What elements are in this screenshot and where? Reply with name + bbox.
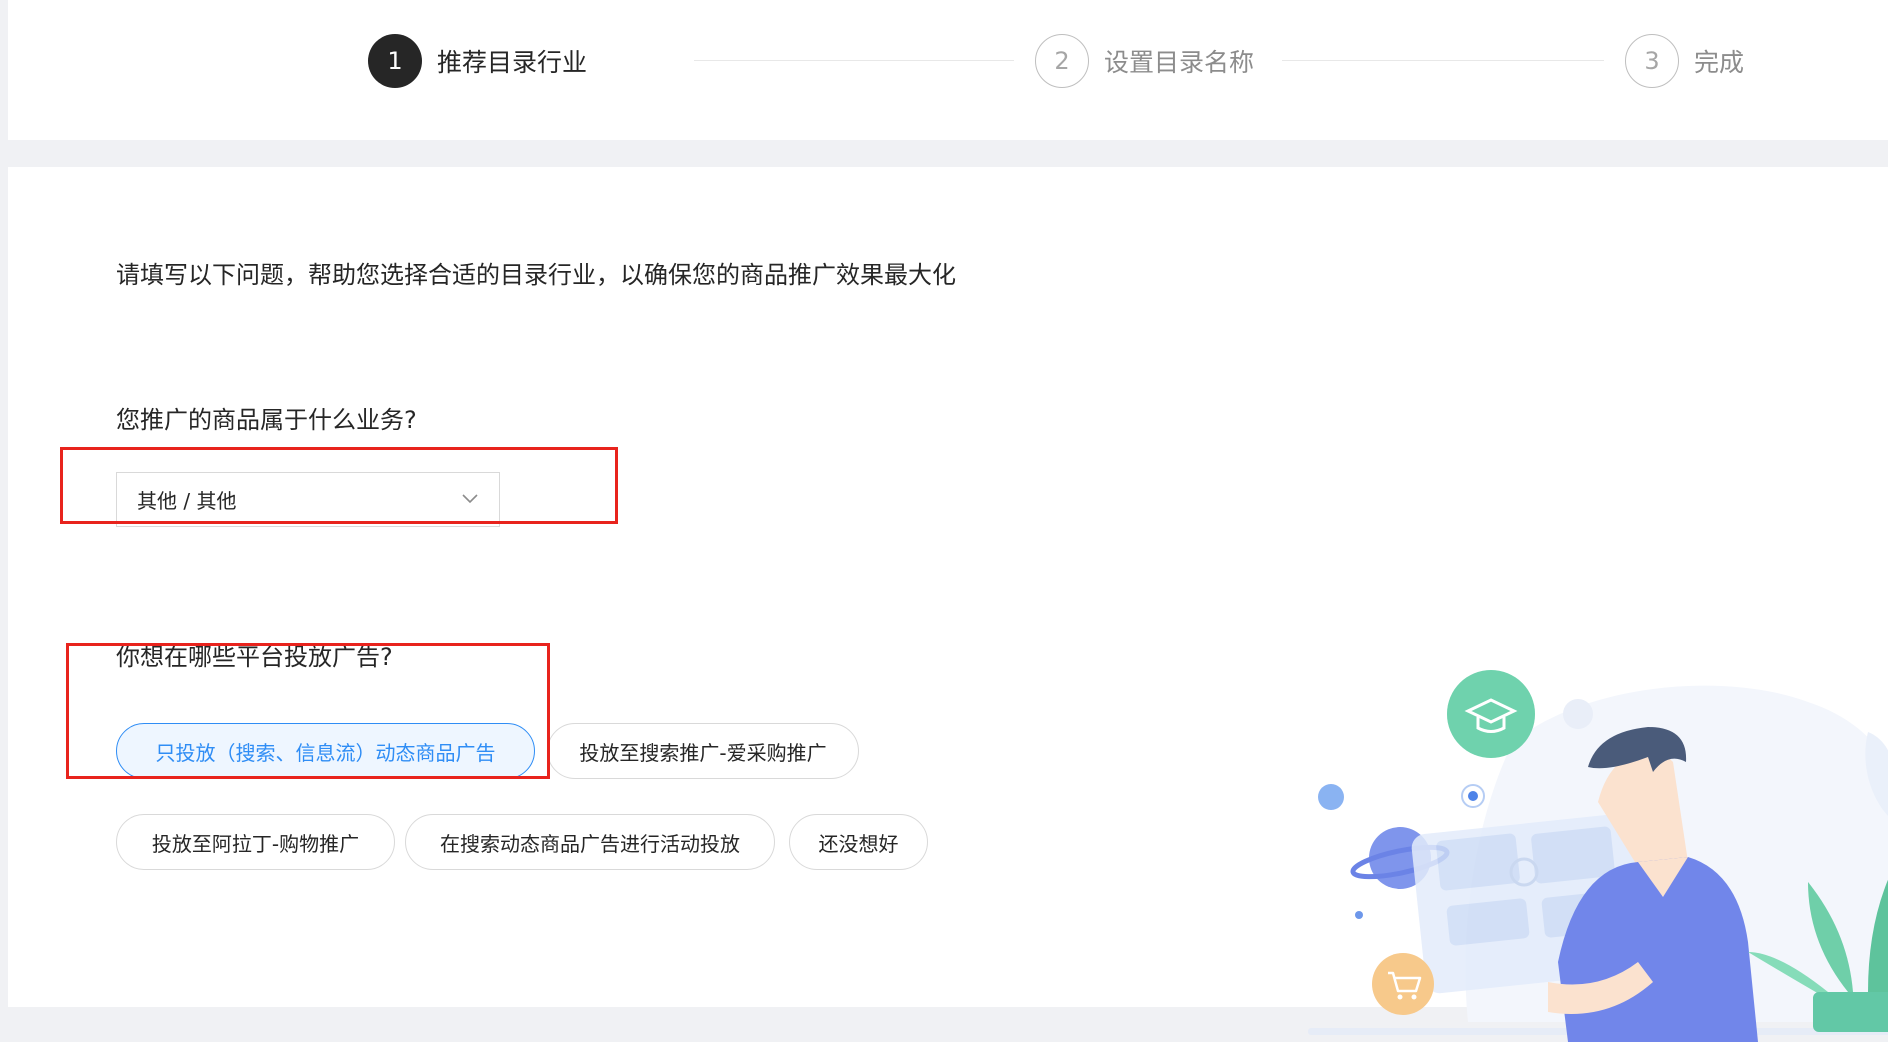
platform-option-aicaigou[interactable]: 投放至搜索推广-爱采购推广 [547, 723, 859, 779]
step-connector-1 [694, 60, 1014, 61]
intro-text: 请填写以下问题，帮助您选择合适的目录行业，以确保您的商品推广效果最大化 [116, 261, 956, 289]
step-1-number: 1 [368, 34, 422, 88]
step-1: 1 推荐目录行业 [368, 34, 587, 88]
steps-header: 1 推荐目录行业 2 设置目录名称 3 完成 [8, 0, 1888, 140]
platform-option-activity[interactable]: 在搜索动态商品广告进行活动投放 [405, 814, 775, 870]
business-category-select[interactable]: 其他 / 其他 [116, 472, 500, 527]
cart-icon [1372, 953, 1434, 1015]
platform-option-undecided[interactable]: 还没想好 [789, 814, 928, 870]
platform-option-aladdin[interactable]: 投放至阿拉丁-购物推广 [116, 814, 395, 870]
business-question-label: 您推广的商品属于什么业务? [116, 406, 417, 434]
step-2-label: 设置目录名称 [1104, 48, 1255, 77]
dot-decoration [1318, 784, 1344, 810]
platform-option-dynamic-ads[interactable]: 只投放（搜索、信息流）动态商品广告 [116, 723, 535, 779]
step-3-label: 完成 [1694, 48, 1745, 77]
graduation-cap-icon [1447, 670, 1535, 758]
chevron-down-icon [462, 494, 478, 504]
step-3-number: 3 [1625, 34, 1679, 88]
platform-question-label: 你想在哪些平台投放广告? [116, 643, 393, 671]
step-3: 3 完成 [1625, 34, 1744, 88]
step-connector-2 [1282, 60, 1604, 61]
promo-illustration [1308, 670, 1888, 1042]
form-panel: 请填写以下问题，帮助您选择合适的目录行业，以确保您的商品推广效果最大化 您推广的… [8, 167, 1888, 1042]
step-1-label: 推荐目录行业 [437, 48, 588, 77]
step-2-number: 2 [1035, 34, 1089, 88]
business-category-value: 其他 / 其他 [137, 489, 237, 513]
step-2: 2 设置目录名称 [1035, 34, 1254, 88]
